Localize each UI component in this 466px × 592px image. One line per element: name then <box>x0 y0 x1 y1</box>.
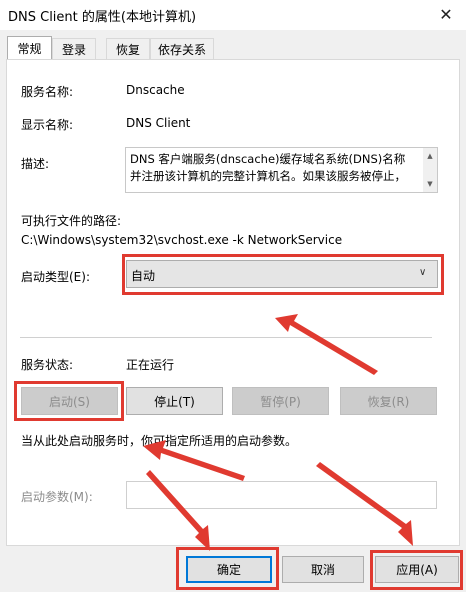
tab-recovery[interactable]: 恢复 <box>106 38 150 60</box>
startup-type-value: 自动 <box>131 269 156 283</box>
service-status-label: 服务状态: <box>21 358 74 372</box>
exe-path-label: 可执行文件的路径: <box>21 214 122 228</box>
start-params-hint: 当从此处启动服务时，你可指定所适用的启动参数。 <box>21 434 298 448</box>
description-line-1: DNS 客户端服务(dnscache)缓存域名系统(DNS)名称 <box>130 152 406 166</box>
stop-button[interactable]: 停止(T) <box>126 387 223 415</box>
window-title: DNS Client 的属性(本地计算机) <box>8 10 197 25</box>
startup-type-label: 启动类型(E): <box>21 270 90 284</box>
title-bar: DNS Client 的属性(本地计算机) ✕ <box>0 0 466 30</box>
pause-button[interactable]: 暂停(P) <box>232 387 329 415</box>
scroll-down-icon[interactable]: ▼ <box>423 178 437 190</box>
chevron-down-icon: ∨ <box>419 267 427 278</box>
description-line-2: 并注册该计算机的完整计算机名。如果该服务被停止， <box>130 169 406 183</box>
exe-path-value: C:\Windows\system32\svchost.exe -k Netwo… <box>21 233 343 247</box>
tab-general[interactable]: 常规 <box>7 36 52 60</box>
divider <box>20 337 432 338</box>
display-name-label: 显示名称: <box>21 118 74 132</box>
description-text: DNS 客户端服务(dnscache)缓存域名系统(DNS)名称 并注册该计算机… <box>130 151 420 185</box>
display-name-value: DNS Client <box>126 116 191 130</box>
start-button[interactable]: 启动(S) <box>21 387 118 415</box>
scroll-up-icon[interactable]: ▲ <box>423 150 437 162</box>
service-name-value: Dnscache <box>126 83 185 97</box>
service-name-label: 服务名称: <box>21 85 74 99</box>
start-params-input[interactable] <box>126 481 437 509</box>
tab-panel-general <box>6 59 460 546</box>
tab-dependencies[interactable]: 依存关系 <box>150 38 214 60</box>
cancel-button[interactable]: 取消 <box>282 556 364 583</box>
close-icon[interactable]: ✕ <box>432 2 460 26</box>
tab-logon[interactable]: 登录 <box>52 38 96 60</box>
description-scrollbar[interactable]: ▲ ▼ <box>423 148 437 192</box>
description-box[interactable]: DNS 客户端服务(dnscache)缓存域名系统(DNS)名称 并注册该计算机… <box>125 147 438 193</box>
resume-button[interactable]: 恢复(R) <box>340 387 437 415</box>
start-params-label: 启动参数(M): <box>21 490 93 504</box>
startup-type-select[interactable]: 自动 ∨ <box>126 260 438 288</box>
description-label: 描述: <box>21 157 50 171</box>
service-status-value: 正在运行 <box>126 358 175 372</box>
apply-button[interactable]: 应用(A) <box>375 556 459 583</box>
ok-button[interactable]: 确定 <box>186 556 272 583</box>
